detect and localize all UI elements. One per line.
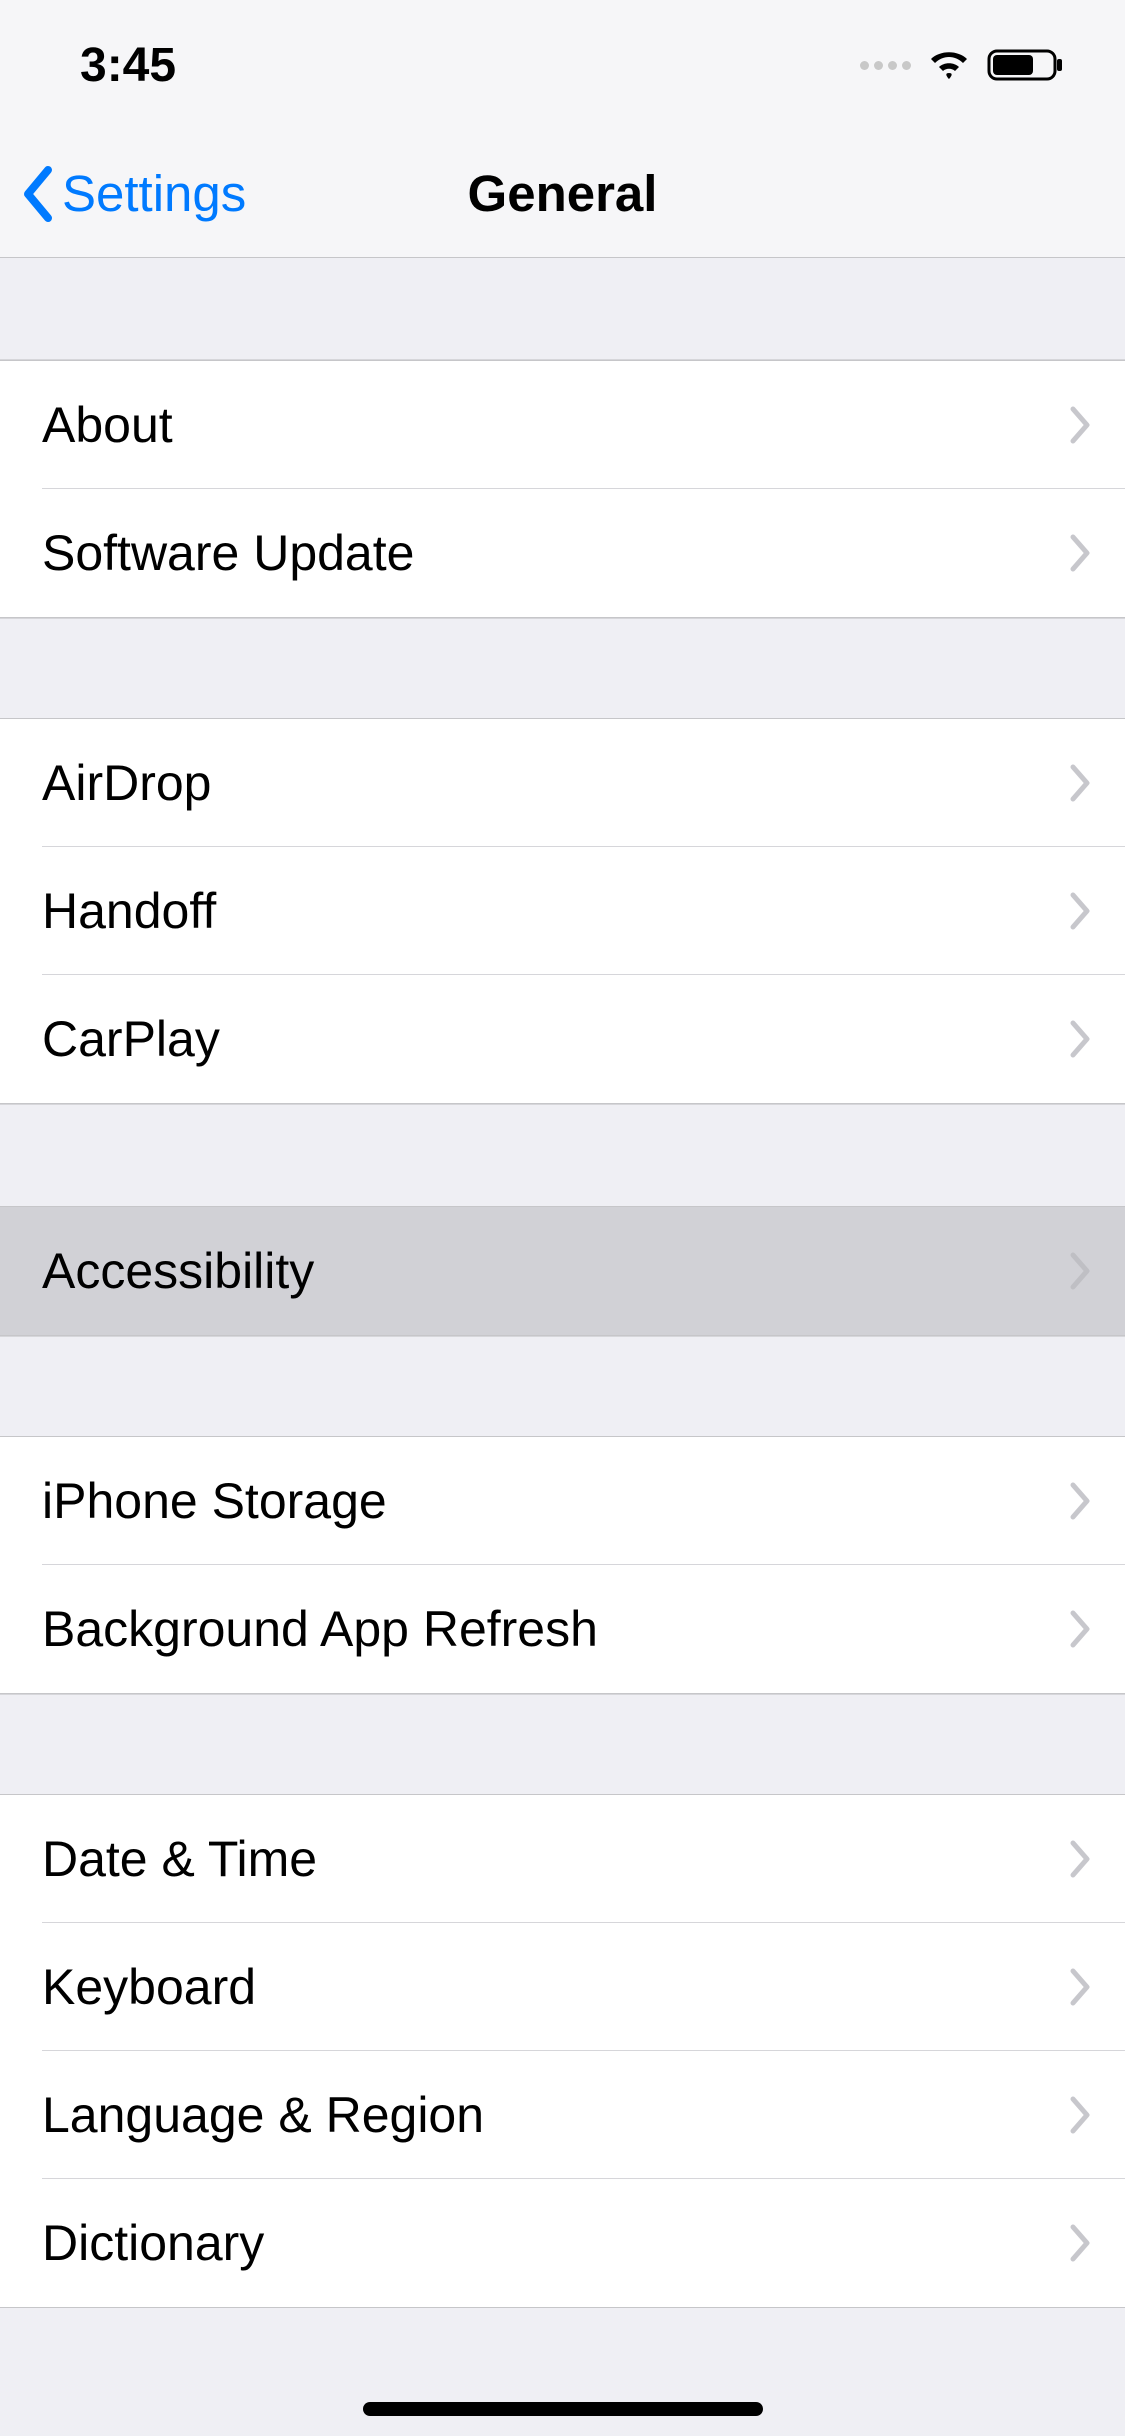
- group-spacer: [0, 1336, 1125, 1436]
- chevron-right-icon: [1069, 2095, 1093, 2135]
- settings-group: Date & Time Keyboard Language & Region D…: [0, 1794, 1125, 2308]
- row-language-region[interactable]: Language & Region: [0, 2051, 1125, 2179]
- chevron-right-icon: [1069, 1839, 1093, 1879]
- row-label: About: [42, 396, 1069, 454]
- row-carplay[interactable]: CarPlay: [0, 975, 1125, 1103]
- settings-group: Accessibility: [0, 1206, 1125, 1336]
- row-label: Handoff: [42, 882, 1069, 940]
- settings-list: About Software Update AirDrop Handoff Ca…: [0, 258, 1125, 2308]
- chevron-right-icon: [1069, 2223, 1093, 2263]
- status-bar: 3:45: [0, 0, 1125, 130]
- back-label: Settings: [62, 164, 246, 223]
- row-about[interactable]: About: [0, 361, 1125, 489]
- row-background-app-refresh[interactable]: Background App Refresh: [0, 1565, 1125, 1693]
- row-label: Language & Region: [42, 2086, 1069, 2144]
- nav-bar: Settings General: [0, 130, 1125, 258]
- chevron-right-icon: [1069, 405, 1093, 445]
- settings-group: iPhone Storage Background App Refresh: [0, 1436, 1125, 1694]
- page-title: General: [468, 164, 658, 223]
- chevron-right-icon: [1069, 1609, 1093, 1649]
- row-label: Keyboard: [42, 1958, 1069, 2016]
- chevron-right-icon: [1069, 533, 1093, 573]
- back-button[interactable]: Settings: [18, 164, 246, 224]
- group-spacer: [0, 1104, 1125, 1206]
- settings-group: AirDrop Handoff CarPlay: [0, 718, 1125, 1104]
- row-software-update[interactable]: Software Update: [0, 489, 1125, 617]
- chevron-left-icon: [18, 164, 58, 224]
- settings-group: About Software Update: [0, 360, 1125, 618]
- row-dictionary[interactable]: Dictionary: [0, 2179, 1125, 2307]
- status-time: 3:45: [80, 38, 176, 93]
- row-label: Software Update: [42, 524, 1069, 582]
- chevron-right-icon: [1069, 1019, 1093, 1059]
- row-iphone-storage[interactable]: iPhone Storage: [0, 1437, 1125, 1565]
- row-label: Dictionary: [42, 2214, 1069, 2272]
- signal-dots-icon: [860, 61, 911, 70]
- group-spacer: [0, 258, 1125, 360]
- chevron-right-icon: [1069, 763, 1093, 803]
- row-keyboard[interactable]: Keyboard: [0, 1923, 1125, 2051]
- row-handoff[interactable]: Handoff: [0, 847, 1125, 975]
- chevron-right-icon: [1069, 1251, 1093, 1291]
- row-accessibility[interactable]: Accessibility: [0, 1207, 1125, 1335]
- row-airdrop[interactable]: AirDrop: [0, 719, 1125, 847]
- home-indicator[interactable]: [363, 2402, 763, 2416]
- row-label: Accessibility: [42, 1242, 1069, 1300]
- chevron-right-icon: [1069, 1967, 1093, 2007]
- row-label: Date & Time: [42, 1830, 1069, 1888]
- row-label: iPhone Storage: [42, 1472, 1069, 1530]
- status-icons: [860, 46, 1065, 84]
- chevron-right-icon: [1069, 891, 1093, 931]
- row-label: Background App Refresh: [42, 1600, 1069, 1658]
- group-spacer: [0, 1694, 1125, 1794]
- battery-icon: [987, 46, 1065, 84]
- row-label: AirDrop: [42, 754, 1069, 812]
- row-label: CarPlay: [42, 1010, 1069, 1068]
- chevron-right-icon: [1069, 1481, 1093, 1521]
- row-date-time[interactable]: Date & Time: [0, 1795, 1125, 1923]
- wifi-icon: [925, 47, 973, 83]
- group-spacer: [0, 618, 1125, 718]
